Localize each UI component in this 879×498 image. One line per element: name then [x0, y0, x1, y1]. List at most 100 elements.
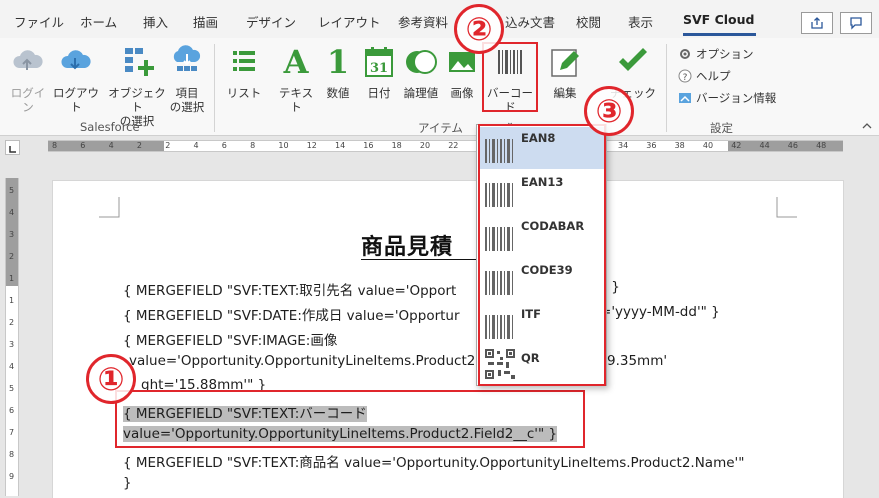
- vertical-ruler-number: 3: [9, 230, 15, 239]
- ruler-number: 18: [391, 141, 402, 150]
- login-button[interactable]: ログイン: [8, 44, 48, 114]
- ruler-left-margin: [48, 141, 164, 151]
- vertical-ruler-number: 8: [9, 450, 15, 459]
- ruler-number: 2: [136, 141, 142, 150]
- ribbon: ログイン ログアウト オブジェクト の選択 項目 の選択 Salesforce …: [0, 38, 879, 136]
- doc-line-2: { MERGEFIELD "SVF:DATE:作成日 value='Opport…: [123, 304, 720, 324]
- vertical-ruler-number: 9: [9, 472, 15, 481]
- ruler-number: 6: [221, 141, 227, 150]
- option-label: オプション: [696, 47, 754, 61]
- ribbon-separator: [214, 44, 215, 132]
- annotation-badge-3: ③: [584, 86, 634, 136]
- vertical-ruler-number: 2: [9, 318, 15, 327]
- text-button[interactable]: A テキスト: [274, 44, 318, 114]
- annotation-badge-1: ①: [86, 354, 136, 404]
- tab-insert[interactable]: 挿入: [143, 12, 168, 31]
- tab-layout[interactable]: レイアウト: [318, 12, 381, 31]
- ruler-number: 20: [419, 141, 431, 150]
- toggle-logic-icon: [406, 50, 437, 74]
- ruler-number: 8: [250, 141, 256, 150]
- ruler-number: 46: [787, 141, 798, 150]
- ruler-number: 22: [448, 141, 459, 150]
- tab-home[interactable]: ホーム: [80, 12, 117, 31]
- ruler-number: 40: [702, 141, 714, 150]
- text-a-icon: A: [283, 43, 309, 81]
- help-icon: ?: [678, 69, 692, 83]
- ruler-number: 42: [731, 141, 742, 150]
- tab-review[interactable]: 校閲: [576, 12, 601, 31]
- logic-button[interactable]: 論理値: [400, 44, 442, 100]
- logout-button[interactable]: ログアウト: [50, 44, 102, 114]
- ruler-number: 38: [674, 141, 685, 150]
- date-button[interactable]: 31 日付: [362, 44, 396, 100]
- cloud-login-icon: [13, 50, 43, 70]
- tab-stop-selector[interactable]: [5, 140, 20, 155]
- date-label: 日付: [367, 86, 391, 100]
- svg-text:?: ?: [683, 73, 688, 83]
- tab-svf-cloud[interactable]: SVF Cloud: [683, 12, 754, 27]
- ruler-number: 34: [618, 141, 629, 150]
- ruler-number: 12: [306, 141, 317, 150]
- vertical-ruler-number: 2: [9, 252, 15, 261]
- checkmark-icon: [619, 48, 647, 71]
- comments-button[interactable]: [840, 12, 872, 34]
- tab-stop-icon: [9, 146, 16, 153]
- select-object-button[interactable]: オブジェクト の選択: [108, 44, 166, 128]
- list-icon: [233, 51, 255, 71]
- vertical-ruler-number: 6: [9, 406, 15, 415]
- select-object-label-1: オブジェクト: [108, 86, 166, 114]
- collapse-ribbon-icon[interactable]: [862, 122, 872, 130]
- vertical-ruler[interactable]: 5 4 3 2 1 1 2 3 4 5 6 7 8 9: [5, 178, 19, 496]
- add-object-icon: [125, 48, 154, 76]
- text-label: テキスト: [278, 86, 314, 114]
- tab-file[interactable]: ファイル: [14, 12, 64, 31]
- cloud-logout-icon: [61, 50, 91, 70]
- tab-draw[interactable]: 描画: [193, 12, 218, 31]
- word-window: ファイル ホーム 挿入 描画 デザイン レイアウト 参考資料 込み文書 校閲 表…: [0, 0, 879, 498]
- version-label: バージョン情報: [696, 91, 777, 105]
- edit-button[interactable]: 編集: [546, 44, 584, 100]
- doc-line-3: { MERGEFIELD "SVF:IMAGE:画像: [123, 333, 338, 349]
- group-label-item: アイテム: [418, 121, 463, 135]
- option-button[interactable]: オプション: [678, 46, 754, 62]
- tab-view[interactable]: 表示: [628, 12, 653, 31]
- logic-label: 論理値: [403, 86, 439, 100]
- comment-icon: [850, 17, 862, 30]
- vertical-ruler-number: 1: [9, 296, 15, 305]
- vertical-ruler-number: 4: [9, 362, 15, 371]
- select-item-button[interactable]: 項目 の選択: [166, 44, 208, 114]
- group-label-settings: 設定: [710, 121, 733, 135]
- share-button[interactable]: [801, 12, 833, 34]
- number-button[interactable]: 1 数値: [322, 44, 354, 100]
- annotation-box-3: [478, 124, 606, 386]
- doc-line-9: }: [123, 475, 132, 491]
- horizontal-ruler[interactable]: 8642246810121416182022242628303234363840…: [48, 140, 843, 152]
- tab-references[interactable]: 参考資料: [398, 12, 448, 31]
- group-label-salesforce: Salesforce: [80, 120, 140, 134]
- ribbon-separator: [666, 44, 667, 132]
- ruler-number: 36: [646, 141, 657, 150]
- login-label: ログイン: [10, 86, 46, 114]
- vertical-ruler-number: 5: [9, 186, 15, 195]
- ribbon-tab-bar: ファイル ホーム 挿入 描画 デザイン レイアウト 参考資料 込み文書 校閲 表…: [0, 0, 879, 38]
- ruler-number: 2: [165, 141, 171, 150]
- vertical-ruler-number: 5: [9, 384, 15, 393]
- vertical-ruler-number: 3: [9, 340, 15, 349]
- tab-mailings[interactable]: 込み文書: [505, 12, 555, 31]
- version-button[interactable]: バージョン情報: [678, 90, 776, 106]
- doc-line-1: { MERGEFIELD "SVF:TEXT:取引先名 value='Oppor…: [123, 279, 620, 299]
- help-button[interactable]: ? ヘルプ: [678, 68, 731, 84]
- horizontal-ruler-area: 8642246810121416182022242628303234363840…: [0, 136, 879, 158]
- list-button[interactable]: リスト: [226, 44, 262, 100]
- annotation-box-1: [115, 390, 585, 448]
- ruler-number: 48: [816, 141, 827, 150]
- doc-line-8: { MERGEFIELD "SVF:TEXT:商品名 value='Opport…: [123, 455, 745, 471]
- document-title: 商品見積: [361, 235, 454, 260]
- title-underline: [361, 259, 481, 260]
- version-info-icon: [679, 93, 691, 103]
- logout-label: ログアウト: [53, 86, 99, 114]
- vertical-ruler-number: 7: [9, 428, 15, 437]
- calendar-icon: 31: [365, 47, 393, 77]
- tab-design[interactable]: デザイン: [246, 12, 296, 31]
- document-page[interactable]: 商品見積 { MERGEFIELD "SVF:TEXT:取引先名 value='…: [52, 180, 844, 498]
